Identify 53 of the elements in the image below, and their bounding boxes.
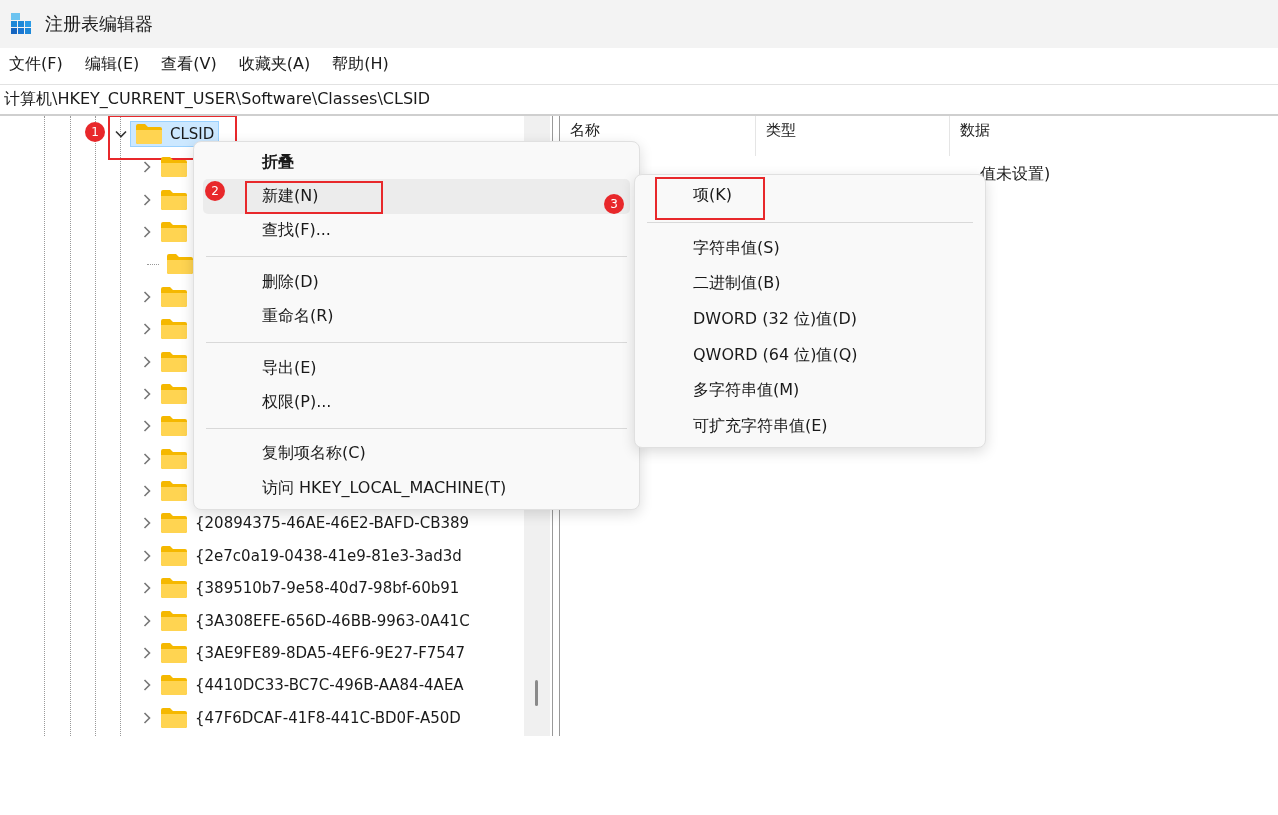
folder-icon [160,350,188,373]
menu-item[interactable]: 重命名(R) [203,299,630,334]
menu-item[interactable]: 权限(P)... [203,385,630,420]
menu-item[interactable]: 编辑(E) [84,53,140,75]
folder-icon [160,706,188,729]
folder-icon [160,447,188,470]
folder-icon [160,156,188,179]
folder-icon [160,544,188,567]
column-header[interactable]: 数据 [950,116,990,156]
menu-item[interactable]: 可扩充字符串值(E) [642,408,978,445]
menu-item[interactable]: 访问 HKEY_LOCAL_MACHINE(T) [203,471,630,506]
folder-icon [160,674,188,697]
tree-item[interactable]: {3AE9FE89-8DA5-4EF6-9E27-F7547 [195,644,465,663]
tree-item[interactable]: {3A308EFE-656D-46BB-9963-0A41C [195,611,470,630]
column-header[interactable]: 类型 [756,116,950,156]
menu-item[interactable]: 删除(D) [203,265,630,300]
tree-item[interactable]: {2e7c0a19-0438-41e9-81e3-3ad3d [195,546,462,565]
folder-icon [160,285,188,308]
folder-icon [160,480,188,503]
menu-item[interactable]: 字符串值(S) [642,230,978,267]
folder-icon [160,415,188,438]
folder-icon [160,577,188,600]
menu-item[interactable]: DWORD (32 位)值(D) [642,301,978,338]
menu-item[interactable]: 文件(F) [9,53,63,75]
menu-item[interactable]: 查看(V) [161,53,217,75]
menu-item[interactable]: 多字符串值(M) [642,372,978,409]
tree-item[interactable]: {47F6DCAF-41F8-441C-BD0F-A50D [195,708,461,727]
folder-icon [160,318,188,341]
folder-icon [160,220,188,243]
folder-icon [160,642,188,665]
tree-item[interactable]: {4410DC33-BC7C-496B-AA84-4AEA [195,676,464,695]
menu-item[interactable]: 项(K) [642,178,978,214]
folder-icon [160,188,188,211]
tree-item[interactable]: {389510b7-9e58-40d7-98bf-60b91 [195,579,460,598]
address-bar[interactable]: 计算机\HKEY_CURRENT_USER\Software\Classes\CLSID [0,84,1278,116]
menu-item[interactable]: 复制项名称(C) [203,436,630,472]
folder-icon [160,382,188,405]
menu-item[interactable]: QWORD (64 位)值(Q) [642,337,978,373]
table-cell-text: 值未设置) [979,163,1051,185]
folder-icon [166,253,194,276]
registry-icon [9,11,33,37]
window-title: 注册表编辑器 [45,12,153,36]
menu-item[interactable]: 收藏夹(A) [238,53,311,75]
folder-icon [160,609,188,632]
folder-icon [160,512,188,535]
menu-item[interactable]: 二进制值(B) [642,266,978,302]
tree-item[interactable]: CLSID [130,121,220,147]
menu-item[interactable]: 帮助(H) [332,53,389,75]
menu-item[interactable]: 查找(F)... [203,213,630,249]
step-badge: 1 [85,122,105,142]
menu-item[interactable]: 导出(E) [203,350,630,386]
folder-icon [135,123,163,145]
tree-item[interactable]: {20894375-46AE-46E2-BAFD-CB389 [195,514,470,533]
